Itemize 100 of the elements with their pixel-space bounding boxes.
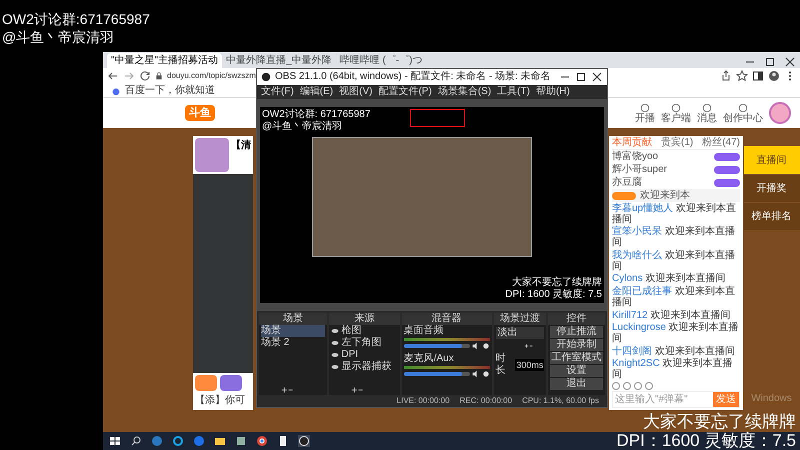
chat-message: 李暮up懂她人 欢迎来到本直播间 (612, 202, 737, 225)
promo-text: 【添】你可 (195, 394, 246, 408)
circle-icon (702, 102, 712, 112)
app-icon[interactable] (193, 435, 205, 447)
browser-tab[interactable]: "中量之星"主播招募活动 (107, 53, 222, 68)
control-button[interactable]: 开始录制 (550, 339, 603, 351)
nav-item[interactable]: 开播 (635, 102, 655, 124)
dock-title: 来源 (329, 313, 400, 325)
browser-icon[interactable] (256, 435, 268, 447)
control-button[interactable]: 停止推流 (550, 326, 603, 338)
window-title: OBS 21.1.0 (64bit, windows) - 配置文件: 未命名 - 场景: 未命名 (275, 72, 552, 82)
folder-icon[interactable] (214, 435, 226, 447)
fan-badge-icon (714, 152, 740, 160)
share-icon[interactable] (720, 70, 732, 82)
chat-message: 十四剑阁 欢迎来到本直播间 (612, 346, 736, 357)
transition-dropdown[interactable]: 淡出 (496, 327, 544, 339)
url-text[interactable]: douyu.com/topic/swzszm (167, 70, 256, 82)
user-name[interactable]: 亦豆腐 (612, 177, 642, 188)
chat-message: 我为啥什么 欢迎来到本直播间 (612, 250, 736, 272)
source-item[interactable]: 显示器捕获 (341, 361, 392, 373)
control-button[interactable]: 退出 (550, 378, 603, 390)
document-icon[interactable] (277, 435, 289, 447)
overlay-text: @斗鱼丶帝宸清羽 (2, 28, 116, 46)
level-badge-icon (612, 192, 636, 200)
event-icon[interactable] (220, 375, 242, 391)
duration-field[interactable]: 300ms (515, 359, 544, 371)
activation-watermark-text: Windows (751, 392, 792, 406)
chat-message: 宣笨小民呆 欢迎来到本直播间 (612, 226, 736, 248)
overlay-text: @斗鱼丶帝宸清羽 (262, 121, 342, 133)
maximize-icon[interactable] (764, 56, 776, 68)
menu-item[interactable]: 帮助(H) (536, 87, 570, 97)
settings-icon[interactable] (482, 370, 490, 378)
channel-name: 桌面音频 (404, 325, 445, 337)
menu-item[interactable]: 配置文件(P) (378, 87, 432, 97)
gift-message: 欢迎来到本 (640, 190, 690, 201)
fan-badge-icon (714, 178, 740, 186)
subtitle-text: DPI: 1600 灵敏度: 7.5 (505, 289, 602, 301)
menu-item[interactable]: 视图(V) (339, 87, 372, 97)
bookmark-link[interactable]: 百度一下，你就知道 (125, 86, 215, 96)
source-item[interactable]: DPI (341, 349, 358, 361)
chat-tab[interactable]: 粉丝(47) (702, 137, 740, 148)
back-arrow-icon[interactable] (107, 70, 119, 82)
menu-item[interactable]: 工具(T) (497, 87, 530, 97)
chat-message: Kirill712 欢迎来到本直播间 (612, 310, 732, 320)
nav-item[interactable]: 客户端 (661, 102, 691, 124)
scene-item[interactable]: 场景 (261, 325, 326, 337)
control-button[interactable]: 工作室模式 (550, 352, 603, 364)
stream-card[interactable]: 【清 (193, 136, 253, 174)
dock-title: 场景 (259, 313, 328, 325)
windows-logo-icon[interactable] (109, 435, 121, 447)
status-text: CPU: 1.1%, 60.00 fps (522, 395, 599, 407)
user-name[interactable]: 辉小哥super (612, 164, 668, 175)
source-item[interactable]: 左下角图 (341, 337, 382, 349)
channel-name: 麦克风/Aux (404, 353, 455, 365)
side-menu-button[interactable]: 直播间 (744, 146, 800, 174)
chat-tab[interactable]: 贵宾(1) (660, 137, 694, 148)
side-menu-button[interactable]: 榜单排名 (744, 202, 800, 230)
overlay-text: OW2讨论群:671765987 (2, 10, 150, 28)
card-title: 【清 (231, 138, 251, 153)
close-icon[interactable] (784, 56, 796, 68)
menu-item[interactable]: 编辑(E) (300, 87, 334, 97)
chat-message: Knight2SC 欢迎来到本直播间 (612, 358, 734, 380)
star-icon[interactable] (736, 70, 748, 82)
overlay-text: OW2讨论群: 671765987 (262, 109, 370, 120)
chat-message: 金阳已成往事 欢迎来到本直播间 (612, 286, 736, 308)
fan-badge-icon (714, 166, 740, 174)
sidebar-icon[interactable] (752, 70, 764, 82)
menu-item[interactable]: 场景集合(S) (438, 87, 492, 97)
control-button[interactable]: 设置 (550, 365, 603, 377)
subtitle-text: 大家不要忘了续牌牌 (512, 277, 602, 288)
source-item[interactable]: 枪图 (341, 325, 362, 337)
maximize-icon[interactable] (575, 71, 587, 83)
settings-icon[interactable] (482, 342, 490, 350)
circle-app-icon[interactable] (172, 435, 184, 447)
reload-icon[interactable] (139, 70, 151, 82)
user-name[interactable]: 博富饶yoo (612, 151, 658, 162)
nav-item[interactable]: 创作中心 (723, 102, 763, 124)
chat-message: Cylons 欢迎来到本直播间 (612, 273, 726, 284)
app-logo-icon (261, 72, 271, 82)
dock-title: 控件 (548, 313, 605, 325)
record-icon[interactable] (298, 435, 310, 447)
files-icon[interactable] (235, 435, 247, 447)
thumbnail-placeholder (195, 138, 229, 172)
nav-item[interactable]: 消息 (697, 102, 717, 124)
status-text: LIVE: 00:00:00 (396, 395, 450, 407)
lock-icon (155, 71, 163, 81)
selection-box (410, 109, 465, 127)
chat-message: Luckingrose 欢迎来到本直播间 (612, 322, 740, 344)
duration-label: 时长 (496, 353, 507, 377)
profile-icon[interactable] (768, 70, 780, 82)
close-icon[interactable] (591, 71, 603, 83)
side-menu-button[interactable]: 开播奖 (744, 174, 800, 202)
scene-item[interactable]: 场景 2 (261, 337, 326, 349)
menu-item[interactable]: 文件(F) (261, 87, 294, 97)
search-icon[interactable] (130, 435, 142, 447)
subtitle-text: 大家不要忘了续牌牌 (643, 412, 796, 431)
circle-icon (671, 102, 681, 112)
subtitle-text: DPI：1600 灵敏度：7.5 (616, 431, 796, 450)
dock-title: 场景过渡 (494, 313, 546, 325)
dock-title: 混音器 (402, 313, 492, 325)
